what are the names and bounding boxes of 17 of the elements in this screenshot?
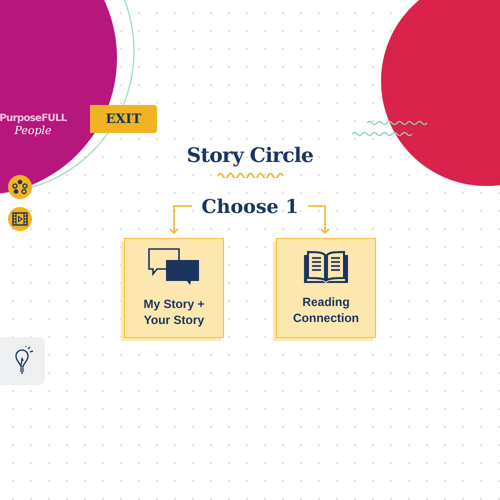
logo-text: People: [14, 124, 52, 137]
page-title: Story Circle: [186, 143, 314, 167]
film-icon: [12, 212, 28, 226]
choice-card[interactable]: Reading Connection: [276, 238, 376, 338]
speech-bubbles-icon: [148, 248, 200, 286]
tool-button[interactable]: [8, 175, 32, 199]
choice-card[interactable]: My Story + Your Story: [124, 238, 224, 338]
exit-button[interactable]: EXIT: [90, 105, 157, 133]
open-book-icon: [303, 250, 349, 284]
bracket-arrow: [169, 205, 193, 234]
choose-prompt: Choose 1: [200, 196, 300, 218]
logo-text: PurposeFULL: [0, 113, 67, 124]
hint-button[interactable]: [0, 337, 45, 385]
wave-underline: [217, 170, 283, 178]
tool-button[interactable]: [8, 207, 32, 231]
network-icon: [12, 179, 28, 195]
bracket-arrow: [307, 205, 330, 234]
